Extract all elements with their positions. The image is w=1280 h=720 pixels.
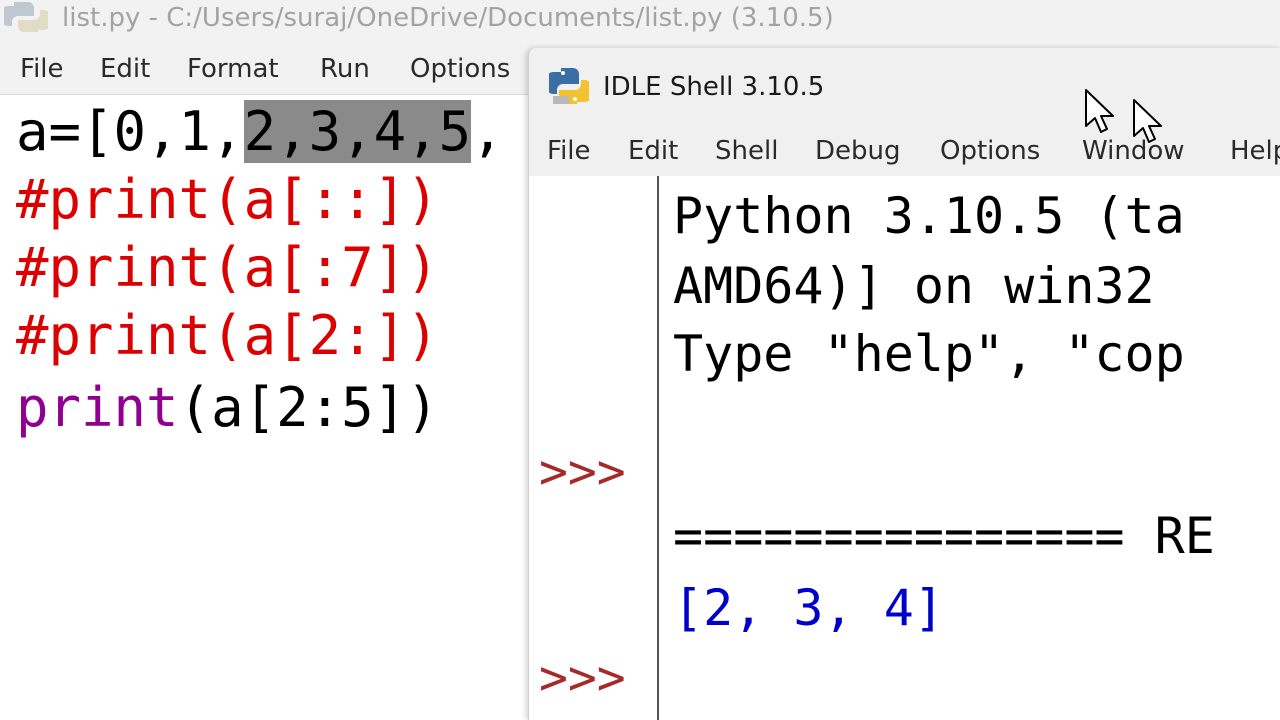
editor-titlebar[interactable]: list.py - C:/Users/suraj/OneDrive/Docume… xyxy=(0,0,1280,44)
code-line-1: a=[0,1,2,3,4,5, xyxy=(16,98,504,166)
mouse-pointer-icon xyxy=(1132,98,1166,146)
code-selection: 2,3,4,5 xyxy=(243,100,472,163)
editor-menu-options[interactable]: Options xyxy=(410,44,510,94)
desktop-screen: list.py - C:/Users/suraj/OneDrive/Docume… xyxy=(0,0,1280,720)
editor-menu-format[interactable]: Format xyxy=(187,44,279,94)
shell-menu-options[interactable]: Options xyxy=(940,126,1040,176)
python-logo-icon xyxy=(2,0,50,34)
editor-menu-edit[interactable]: Edit xyxy=(100,44,150,94)
code-line-2: #print(a[::]) xyxy=(16,168,439,231)
code-line-4: #print(a[2:]) xyxy=(16,304,439,367)
shell-restart-line: =============== RE xyxy=(673,507,1215,565)
shell-menu-help[interactable]: Help xyxy=(1230,126,1280,176)
shell-banner-line: Type "help", "cop xyxy=(673,325,1185,383)
shell-menu-shell[interactable]: Shell xyxy=(715,126,778,176)
shell-titlebar[interactable]: IDLE Shell 3.10.5 xyxy=(529,48,1280,126)
python-logo-icon xyxy=(547,66,591,106)
editor-window-title: list.py - C:/Users/suraj/OneDrive/Docume… xyxy=(62,3,834,33)
shell-prompt: >>> xyxy=(539,444,626,500)
code-line-3: #print(a[:7]) xyxy=(16,236,439,299)
shell-menubar: File Edit Shell Debug Options Window Hel… xyxy=(529,126,1280,176)
code-builtin: print xyxy=(16,376,179,439)
code-text: , xyxy=(471,100,504,163)
shell-menu-edit[interactable]: Edit xyxy=(628,126,678,176)
shell-window-title: IDLE Shell 3.10.5 xyxy=(603,72,825,102)
shell-menu-debug[interactable]: Debug xyxy=(815,126,901,176)
code-text: a=[0,1, xyxy=(16,100,244,163)
shell-prompt-gutter: >>> >>> xyxy=(529,176,659,720)
shell-banner-line: AMD64)] on win32 xyxy=(673,257,1155,315)
shell-prompt: >>> xyxy=(539,650,626,706)
code-line-5: print(a[2:5]) xyxy=(16,374,439,442)
shell-output-line: [2, 3, 4] xyxy=(673,579,944,637)
code-text: (a[2:5]) xyxy=(178,376,439,439)
shell-menu-file[interactable]: File xyxy=(547,126,591,176)
shell-window: IDLE Shell 3.10.5 File Edit Shell Debug … xyxy=(528,48,1280,720)
shell-banner-line: Python 3.10.5 (ta xyxy=(673,187,1185,245)
mouse-pointer-icon xyxy=(1084,88,1118,136)
editor-code-area[interactable]: a=[0,1,2,3,4,5, #print(a[::]) #print(a[:… xyxy=(0,96,528,720)
editor-menu-run[interactable]: Run xyxy=(320,44,370,94)
shell-console[interactable]: >>> >>> Python 3.10.5 (ta AMD64)] on win… xyxy=(529,176,1280,720)
editor-menu-file[interactable]: File xyxy=(20,44,64,94)
